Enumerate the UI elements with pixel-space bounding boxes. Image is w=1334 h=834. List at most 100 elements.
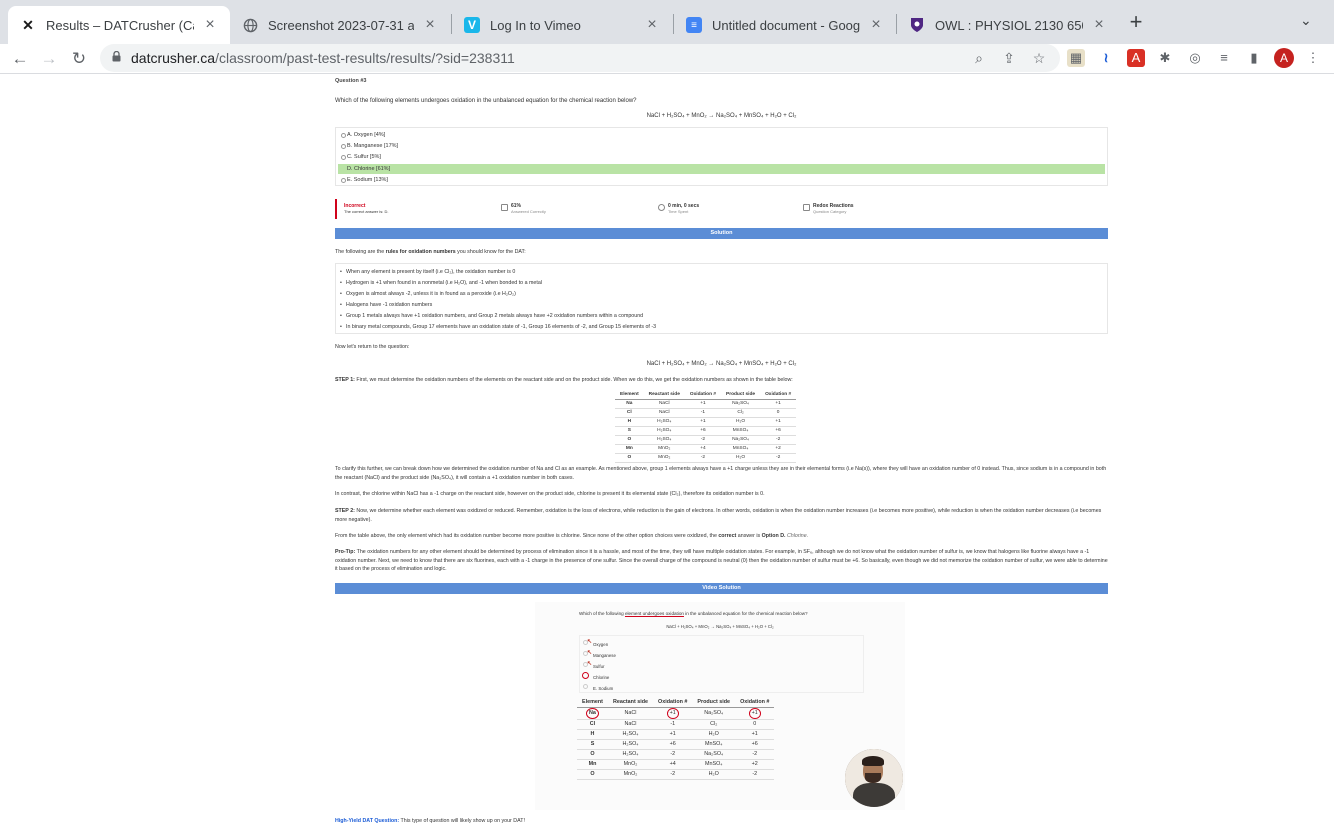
- tab-datcrusher[interactable]: ✕ Results – DATCrusher (Canada ×: [8, 6, 230, 44]
- table-row: Mn MnO₂ +4 MnSO₄ +2: [615, 444, 797, 454]
- table-cell: H₂SO₄: [643, 435, 685, 445]
- side-panel-icon[interactable]: ▮: [1245, 49, 1263, 67]
- step2-text: STEP 2: Now, we determine whether each e…: [335, 507, 1108, 524]
- table-cell: 0: [735, 719, 775, 730]
- solution-intro: The following are the rules for oxidatio…: [335, 248, 1108, 257]
- back-arrow-icon[interactable]: ←: [9, 48, 31, 70]
- choice-d[interactable]: D. Chlorine [61%]: [338, 164, 1105, 174]
- step1-label: STEP 1:: [335, 377, 355, 383]
- protip-label: Pro-Tip:: [335, 549, 356, 555]
- choice-label: A. Oxygen [4%]: [347, 132, 386, 138]
- table-header: Product side: [692, 698, 736, 708]
- choice-b[interactable]: B. Manganese [17%]: [338, 141, 1105, 151]
- wave-extension-icon[interactable]: ≀: [1097, 49, 1115, 67]
- tab-title: Results – DATCrusher (Canada: [46, 17, 194, 33]
- video-question-pre: Which of the following: [579, 611, 625, 616]
- extensions-puzzle-icon[interactable]: ✱: [1156, 49, 1174, 67]
- rule-item: Oxygen is almost always -2, unless it is…: [340, 289, 1103, 300]
- google-docs-icon: ≡: [686, 17, 702, 33]
- tab-vimeo[interactable]: V Log In to Vimeo ×: [452, 6, 672, 44]
- tab-google-docs[interactable]: ≡ Untitled document - Google Do ×: [674, 6, 896, 44]
- rule-item: When any element is present by itself (i…: [340, 267, 1103, 278]
- bookmark-star-icon[interactable]: ☆: [1030, 49, 1048, 67]
- calculator-extension-icon[interactable]: ▦: [1067, 49, 1085, 67]
- step1-text: STEP 1: First, we must determine the oxi…: [335, 376, 1108, 385]
- table-cell: H₂SO₄: [643, 426, 685, 436]
- performance-icon[interactable]: ◎: [1186, 49, 1204, 67]
- table-row: O H₂SO₄ -2 Na₂SO₄ -2: [577, 749, 775, 760]
- close-tab-icon[interactable]: ×: [1091, 16, 1107, 34]
- chart-icon: [501, 204, 508, 211]
- table-cell: Mn: [577, 759, 608, 770]
- media-control-icon[interactable]: ≡: [1215, 49, 1233, 67]
- tab-owl[interactable]: OWL : PHYSIOL 2130 650 SU2 ×: [897, 6, 1119, 44]
- radio-icon: [583, 684, 588, 689]
- table-cell: H₂O: [721, 417, 761, 427]
- radio-icon: [341, 167, 346, 172]
- new-tab-button[interactable]: +: [1124, 11, 1148, 35]
- table-cell: -1: [684, 408, 721, 418]
- table-cell: H₂SO₄: [607, 739, 654, 750]
- table-cell: +2: [760, 444, 797, 454]
- table-row: Mn MnO₂ +4 MnSO₄ +2: [577, 759, 775, 770]
- pdf-extension-icon[interactable]: A: [1127, 49, 1145, 67]
- tab-search-chevron-icon[interactable]: ⌄: [1300, 12, 1312, 29]
- table-row: O MnO₂ -2 H₂O -2: [615, 453, 797, 463]
- table-cell: O: [615, 453, 644, 463]
- tab-title: Untitled document - Google Do: [712, 17, 860, 33]
- close-tab-icon[interactable]: ×: [202, 16, 218, 34]
- table-cell: -2: [653, 749, 693, 760]
- radio-icon: [341, 143, 346, 149]
- address-bar[interactable]: datcrusher.ca/classroom/past-test-result…: [100, 44, 1060, 72]
- time-label: Time Spent: [668, 209, 689, 214]
- close-tab-icon[interactable]: ×: [644, 16, 660, 34]
- table-row: Na NaCl +1 Na₂SO₄ +1: [577, 707, 775, 720]
- table-header: Element: [615, 391, 644, 400]
- zoom-icon[interactable]: ⌕: [970, 49, 988, 67]
- table-row: H H₂SO₄ +1 H₂O +1: [615, 417, 797, 427]
- profile-avatar[interactable]: A: [1274, 48, 1294, 68]
- cross-mark-icon: ↖: [587, 661, 593, 667]
- step2-body: Now, we determine whether each element w…: [335, 508, 1102, 523]
- table-cell: 0: [760, 408, 797, 418]
- table-header: Oxidation #: [684, 391, 721, 400]
- video-choice: ↖ Oxygen: [583, 639, 608, 649]
- forward-arrow-icon[interactable]: →: [38, 48, 60, 70]
- table-cell: Cl₂: [721, 408, 761, 418]
- conclusion-mid: answer is: [736, 533, 762, 539]
- high-yield-note: High-Yield DAT Question: This type of qu…: [335, 817, 1108, 826]
- table-header: Element: [577, 698, 608, 708]
- intro-text-end: you should know for the DAT:: [455, 249, 526, 255]
- tab-screenshot[interactable]: Screenshot 2023-07-31 at 5.0 ×: [230, 6, 450, 44]
- protip-text: Pro-Tip: The oxidation numbers for any o…: [335, 548, 1108, 574]
- choice-c[interactable]: C. Sulfur [5%]: [338, 152, 1105, 162]
- kebab-menu-icon[interactable]: ⋮: [1304, 49, 1322, 67]
- table-cell: +1: [684, 399, 721, 409]
- table-cell: H₂O: [692, 729, 736, 740]
- solution-equation: NaCl + H₂SO₄ + MnO₂ → Na₂SO₄ + MnSO₄ + H…: [646, 361, 797, 367]
- table-cell: +1: [684, 417, 721, 427]
- table-header: Reactant side: [607, 698, 654, 708]
- result-stat: Incorrect The correct answer is: D.: [344, 203, 388, 215]
- result-stats-bar: Incorrect The correct answer is: D. 61% …: [335, 199, 1108, 219]
- choice-a[interactable]: A. Oxygen [4%]: [338, 130, 1105, 140]
- presenter-webcam: [845, 749, 903, 807]
- reload-icon[interactable]: ↻: [68, 48, 90, 70]
- solution-banner: Solution: [335, 228, 1108, 239]
- share-icon[interactable]: ⇪: [1000, 49, 1018, 67]
- table-cell: +1: [760, 399, 797, 409]
- intro-bold: rules for oxidation numbers: [385, 249, 456, 255]
- video-player[interactable]: Which of the following element undergoes…: [535, 602, 905, 810]
- close-tab-icon[interactable]: ×: [868, 16, 884, 34]
- step1-body: First, we must determine the oxidation n…: [354, 377, 793, 383]
- close-tab-icon[interactable]: ×: [422, 16, 438, 34]
- video-choice: ↖ Sulfur: [583, 661, 604, 671]
- table-cell: S: [577, 739, 608, 750]
- table-cell: -2: [684, 453, 721, 463]
- table-row: S H₂SO₄ +6 MnSO₄ +6: [577, 739, 775, 750]
- table-cell: +1: [735, 707, 775, 720]
- choice-e[interactable]: E. Sodium [13%]: [338, 175, 1105, 185]
- rule-item: Hydrogen is +1 when found in a nonmetal …: [340, 278, 1103, 289]
- video-choice: E. Sodium: [583, 684, 613, 693]
- table-cell: O: [615, 435, 644, 445]
